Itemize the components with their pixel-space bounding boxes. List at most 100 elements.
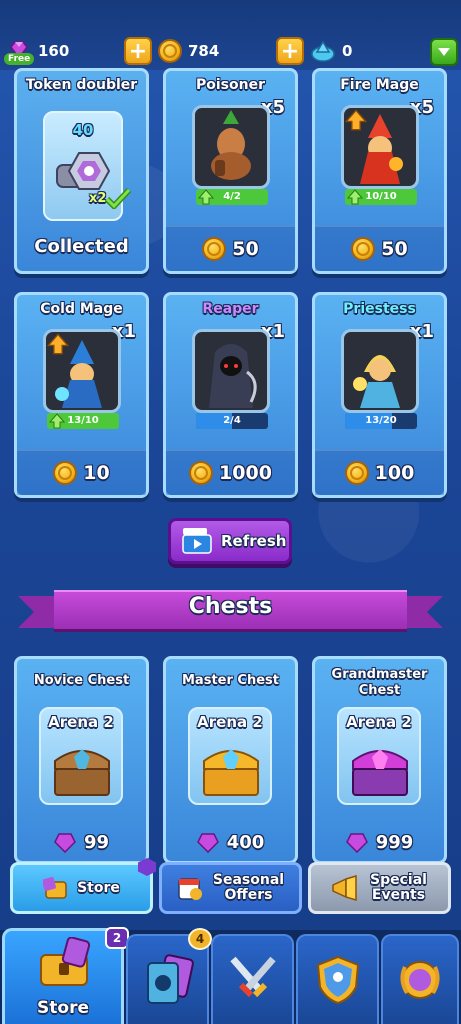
token-level: 40: [72, 121, 94, 139]
card-title: Cold Mage: [40, 301, 123, 317]
cards-icon: [146, 954, 194, 1004]
coin-icon: [351, 237, 376, 261]
coin-icon: [53, 461, 78, 485]
dropdown-button[interactable]: [430, 38, 458, 66]
price-value: 50: [381, 238, 408, 260]
nav-tab-store[interactable]: Store 2: [2, 927, 129, 1024]
price-value: 999: [375, 831, 414, 853]
store-card-token-doubler[interactable]: Token doubler 40 x2 Collected: [14, 68, 149, 274]
calendar-icon: [177, 878, 202, 900]
store-card-fire-mage[interactable]: Fire Mage x5 10/10 50: [312, 68, 447, 274]
refresh-label: Refresh: [221, 532, 287, 550]
chests-banner: Chests: [18, 590, 443, 632]
store-chest-icon: [43, 877, 67, 899]
coin-icon: [189, 461, 214, 485]
price-row: 100: [315, 461, 444, 485]
shield-icon: [316, 955, 359, 1005]
chest-preview: Arena 2: [39, 707, 123, 805]
crossed-swords-icon: [229, 956, 276, 998]
mana-value: 0: [342, 42, 353, 60]
arena-label: Arena 2: [197, 713, 263, 731]
subtab-store-label: Store: [77, 879, 120, 896]
upgrade-arrow-icon: [47, 333, 69, 355]
price-value: 50: [232, 238, 259, 260]
add-coins-button[interactable]: +: [276, 37, 304, 65]
refresh-button[interactable]: Refresh: [168, 518, 292, 564]
price-value: 10: [83, 462, 110, 484]
resource-bar: Free 160 + 784 + 0: [0, 0, 461, 70]
check-icon: [105, 187, 131, 209]
card-title: Priestess: [343, 301, 416, 317]
megaphone-icon: [331, 875, 357, 901]
card-title: Reaper: [202, 301, 259, 317]
coins-value: 784: [188, 42, 220, 60]
store-card-cold-mage[interactable]: Cold Mage x1 13/10 10: [14, 292, 149, 498]
gem-icon: [54, 833, 76, 853]
card-title: Fire Mage: [340, 77, 419, 93]
price-value: 99: [83, 831, 110, 853]
gems-value: 160: [38, 42, 70, 60]
gem-icon: [345, 833, 368, 853]
price-row: 400: [166, 831, 295, 853]
cards-notification-badge: 4: [188, 928, 212, 950]
chest-card-novice[interactable]: Novice Chest Arena 2 99: [14, 656, 149, 864]
price-row: 50: [315, 237, 444, 261]
priestess-portrait: [341, 329, 419, 413]
coins-counter: 784: [158, 36, 219, 66]
coin-icon: [344, 461, 369, 485]
arena-label: Arena 2: [346, 713, 412, 731]
chest-title: Master Chest: [182, 673, 279, 688]
card-progress: 2/4: [196, 413, 268, 429]
chest-card-grandmaster[interactable]: Grandmaster Chest Arena 2 999: [312, 656, 447, 864]
upgrade-arrow-icon: [345, 109, 367, 131]
nav-tab-clan[interactable]: [296, 934, 379, 1024]
nav-tab-events[interactable]: [381, 934, 459, 1024]
chevron-down-icon: [438, 48, 450, 56]
laurel-emblem-icon: [400, 961, 440, 999]
free-badge[interactable]: Free: [4, 53, 35, 65]
subtab-seasonal-offers[interactable]: Seasonal Offers: [159, 862, 302, 914]
add-gems-button[interactable]: +: [124, 37, 152, 65]
progress-text: 13/20: [365, 415, 397, 426]
subtab-special-label: Special Events: [370, 872, 427, 903]
chest-card-master[interactable]: Master Chest Arena 2 400: [163, 656, 298, 864]
token-multiplier: x2: [89, 191, 107, 206]
store-card-reaper[interactable]: Reaper x1 2/4 1000: [163, 292, 298, 498]
upgrade-arrow-icon: [198, 189, 214, 205]
store-card-poisoner[interactable]: Poisoner x5 4/2 50: [163, 68, 298, 274]
subtab-special-events[interactable]: Special Events: [308, 862, 451, 914]
collected-label: Collected: [34, 236, 129, 257]
coin-icon: [158, 39, 182, 63]
price-row: 999: [315, 831, 444, 853]
store-chest-icon: [40, 937, 91, 986]
subtab-seasonal-label: Seasonal Offers: [212, 872, 285, 903]
video-ad-icon: [182, 528, 212, 554]
subtab-store[interactable]: Store: [10, 862, 153, 914]
mana-counter: 0: [310, 36, 352, 66]
token-doubler-tile: 40 x2: [43, 111, 131, 221]
mana-drop-icon: [311, 40, 335, 62]
chest-title: Novice Chest: [33, 673, 130, 688]
store-card-priestess[interactable]: Priestess x1 13/20 100: [312, 292, 447, 498]
card-progress: 13/20: [345, 413, 417, 429]
card-title: Poisoner: [196, 77, 265, 93]
nav-store-label: Store: [37, 998, 89, 1018]
price-value: 400: [226, 831, 265, 853]
nav-tab-cards[interactable]: 4: [126, 928, 212, 1024]
price-row: 10: [17, 461, 146, 485]
novice-chest-icon: [54, 749, 110, 796]
gems-counter: 160: [38, 36, 69, 66]
price-row: 99: [17, 831, 146, 853]
coin-icon: [202, 237, 227, 261]
gem-icon: [196, 833, 219, 853]
card-title: Token doubler: [25, 77, 138, 93]
upgrade-arrow-icon: [347, 189, 363, 205]
reaper-icon: [209, 344, 257, 408]
price-value: 100: [374, 462, 415, 484]
nav-tab-battle[interactable]: [211, 934, 294, 1024]
chest-title: Grandmaster Chest: [331, 667, 428, 698]
master-chest-icon: [203, 749, 259, 796]
chest-preview: Arena 2: [337, 707, 421, 805]
upgrade-arrow-icon: [49, 413, 65, 429]
poisoner-icon: [211, 110, 251, 180]
